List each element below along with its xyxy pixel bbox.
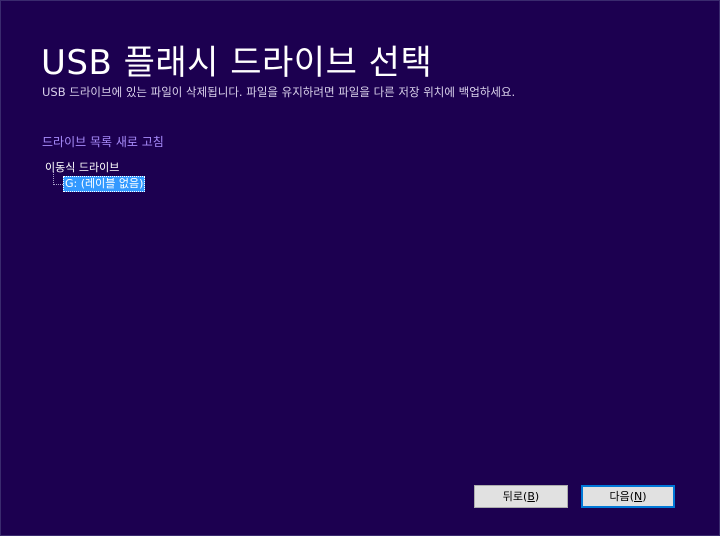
back-button-accel: B bbox=[527, 490, 535, 503]
refresh-drive-list-link[interactable]: 드라이브 목록 새로 고침 bbox=[42, 133, 164, 150]
page-subtitle: USB 드라이브에 있는 파일이 삭제됩니다. 파일을 유지하려면 파일을 다른… bbox=[42, 85, 516, 99]
back-button-label: 뒤로 bbox=[502, 490, 524, 503]
next-button-accel: N bbox=[634, 490, 643, 503]
next-button-label: 다음 bbox=[609, 490, 630, 503]
tree-connector-line bbox=[53, 170, 63, 185]
page-title: USB 플래시 드라이브 선택 bbox=[41, 43, 433, 83]
tree-item-drive-g[interactable]: G: (레이블 없음) bbox=[53, 170, 146, 192]
back-button[interactable]: 뒤로(B) bbox=[474, 485, 568, 508]
next-button[interactable]: 다음(N) bbox=[581, 485, 675, 508]
tree-item-label[interactable]: G: (레이블 없음) bbox=[63, 176, 146, 192]
wizard-window: USB 플래시 드라이브 선택 USB 드라이브에 있는 파일이 삭제됩니다. … bbox=[0, 0, 720, 536]
drive-tree: 이동식 드라이브 G: (레이블 없음) bbox=[45, 160, 146, 192]
